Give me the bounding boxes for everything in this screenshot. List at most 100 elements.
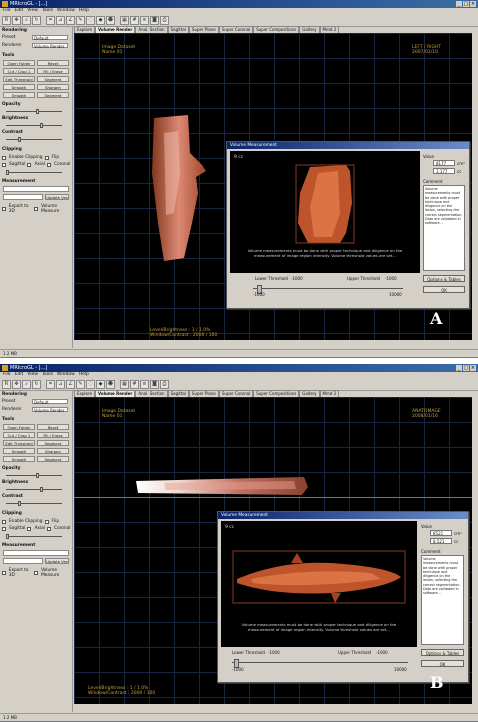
tab-sagittal[interactable]: Sagittal: [167, 390, 189, 397]
tab-mmd[interactable]: Mmd 2: [319, 26, 340, 33]
tab-gallery[interactable]: Gallery: [299, 26, 320, 33]
smooth-button[interactable]: Smooth: [3, 84, 35, 90]
edit-threshold-button[interactable]: Edit Threshold: [3, 440, 35, 446]
measurement-field-2[interactable]: [3, 558, 43, 564]
export-checkbox[interactable]: [2, 207, 6, 211]
note-icon[interactable]: ✎: [76, 379, 85, 389]
layout-icon[interactable]: ▦: [120, 15, 129, 25]
sagittal-radio[interactable]: [2, 162, 6, 167]
measurement-field[interactable]: [3, 550, 69, 556]
slider-knob[interactable]: [6, 534, 9, 539]
renderer-select[interactable]: Volume Render: [32, 407, 68, 413]
angle-icon[interactable]: ∠: [66, 15, 75, 25]
tab-anal-section[interactable]: Anal. Section: [135, 390, 168, 397]
capture-icon[interactable]: ◙: [150, 379, 159, 389]
reset-icon[interactable]: R: [2, 15, 11, 25]
slider-knob[interactable]: [6, 170, 9, 175]
reset-button[interactable]: Reset: [37, 424, 69, 430]
sharpen-button[interactable]: Sharpen: [37, 448, 69, 454]
volume-value-field-2[interactable]: 8.521: [430, 538, 452, 544]
volume-icon[interactable]: ◆: [96, 15, 105, 25]
brightness-slider[interactable]: [6, 487, 62, 492]
reset-button[interactable]: Reset: [37, 60, 69, 66]
rotate-icon[interactable]: ↻: [32, 379, 41, 389]
volume-value-field[interactable]: 8521: [430, 530, 452, 536]
update-button[interactable]: Update Ves: [45, 558, 69, 564]
tool-button-1[interactable]: Smooth: [3, 456, 35, 462]
tool-button-2[interactable]: Segment: [37, 92, 69, 98]
print-icon[interactable]: ⎙: [160, 379, 169, 389]
enable-clipping-checkbox[interactable]: [2, 155, 6, 160]
fill-erase-button[interactable]: Fill / Erase: [37, 68, 69, 74]
reset-icon[interactable]: R: [2, 379, 11, 389]
crop-icon[interactable]: ⌗: [46, 379, 55, 389]
flip-checkbox[interactable]: [44, 519, 49, 524]
render-viewport[interactable]: Image Dataset Name 01 LEFT / RIGHT 2007/…: [74, 33, 472, 340]
volume-icon[interactable]: ◆: [96, 379, 105, 389]
minimize-button[interactable]: _: [456, 1, 462, 7]
options-tables-button[interactable]: Options & Tables: [421, 649, 464, 656]
volume-value-field-2[interactable]: 3.177: [433, 168, 455, 174]
tool-button-1[interactable]: Smooth: [3, 92, 35, 98]
preset-select[interactable]: Default: [32, 35, 68, 41]
axial-radio[interactable]: [27, 162, 32, 167]
threshold-slider[interactable]: [232, 662, 408, 663]
contrast-slider[interactable]: [6, 501, 62, 506]
grid-icon[interactable]: #: [130, 379, 139, 389]
render-viewport[interactable]: Image Dataset Name 01 ANATOMAGE 2008/01/…: [74, 397, 472, 704]
volume-measure-checkbox[interactable]: [34, 571, 39, 575]
tab-sagittal[interactable]: Sagittal: [167, 26, 189, 33]
note-icon[interactable]: ✎: [76, 15, 85, 25]
volume-measure-checkbox[interactable]: [34, 207, 39, 211]
close-button[interactable]: ×: [470, 365, 476, 371]
slider-knob[interactable]: [36, 473, 39, 478]
tab-gallery[interactable]: Gallery: [299, 390, 320, 397]
enable-clipping-checkbox[interactable]: [2, 519, 6, 524]
zoom-icon[interactable]: ⌕: [22, 15, 31, 25]
slider-knob[interactable]: [18, 501, 21, 506]
contrast-slider[interactable]: [6, 137, 62, 142]
rotate-icon[interactable]: ↻: [32, 15, 41, 25]
export-checkbox[interactable]: [2, 571, 6, 575]
layout-icon[interactable]: ▦: [120, 379, 129, 389]
cut-crop-button[interactable]: Cut / Crop 1: [3, 432, 35, 438]
slider-knob[interactable]: [40, 487, 43, 492]
maximize-button[interactable]: □: [463, 365, 469, 371]
measurement-field[interactable]: [3, 186, 69, 192]
tab-super-compositions[interactable]: Super Compositions: [253, 26, 300, 33]
tab-super-plane[interactable]: Super Plane: [188, 26, 219, 33]
cut-crop-button[interactable]: Cut / Crop 1: [3, 68, 35, 74]
measure-icon[interactable]: ⊿: [56, 379, 65, 389]
capture-icon[interactable]: ◙: [150, 15, 159, 25]
open-folder-button[interactable]: Open Folder: [3, 60, 35, 66]
renderer-select[interactable]: Volume Render: [32, 43, 68, 49]
crop-icon[interactable]: ⌗: [46, 15, 55, 25]
volume-value-field[interactable]: 8177: [433, 160, 455, 166]
tab-super-plane[interactable]: Super Plane: [188, 390, 219, 397]
tab-super-compositions[interactable]: Super Compositions: [253, 390, 300, 397]
print-icon[interactable]: ⎙: [160, 15, 169, 25]
contour-icon[interactable]: ◌: [86, 15, 95, 25]
slider-knob[interactable]: [40, 123, 43, 128]
brightness-slider[interactable]: [6, 123, 62, 128]
ok-button[interactable]: OK: [423, 286, 465, 293]
tab-volume-render[interactable]: Volume Render: [95, 390, 136, 397]
angle-icon[interactable]: ∠: [66, 379, 75, 389]
clip-slider[interactable]: [6, 534, 62, 539]
tab-mmd[interactable]: Mmd 2: [319, 390, 340, 397]
measure-icon[interactable]: ⊿: [56, 15, 65, 25]
skull-icon[interactable]: ☻: [106, 15, 115, 25]
opacity-slider[interactable]: [6, 473, 62, 478]
clip-slider[interactable]: [6, 170, 62, 175]
skull-icon[interactable]: ☻: [106, 379, 115, 389]
tab-anal-section[interactable]: Anal. Section: [135, 26, 168, 33]
tool-button-2[interactable]: Segment: [37, 456, 69, 462]
coronal-radio[interactable]: [47, 526, 51, 531]
segment-button[interactable]: Segment: [37, 76, 69, 82]
smooth-button[interactable]: Smooth: [3, 448, 35, 454]
measurement-field-2[interactable]: [3, 194, 43, 200]
edit-threshold-button[interactable]: Edit Threshold: [3, 76, 35, 82]
tab-explore[interactable]: Explore: [74, 390, 96, 397]
minimize-button[interactable]: _: [456, 365, 462, 371]
grid-icon[interactable]: #: [130, 15, 139, 25]
